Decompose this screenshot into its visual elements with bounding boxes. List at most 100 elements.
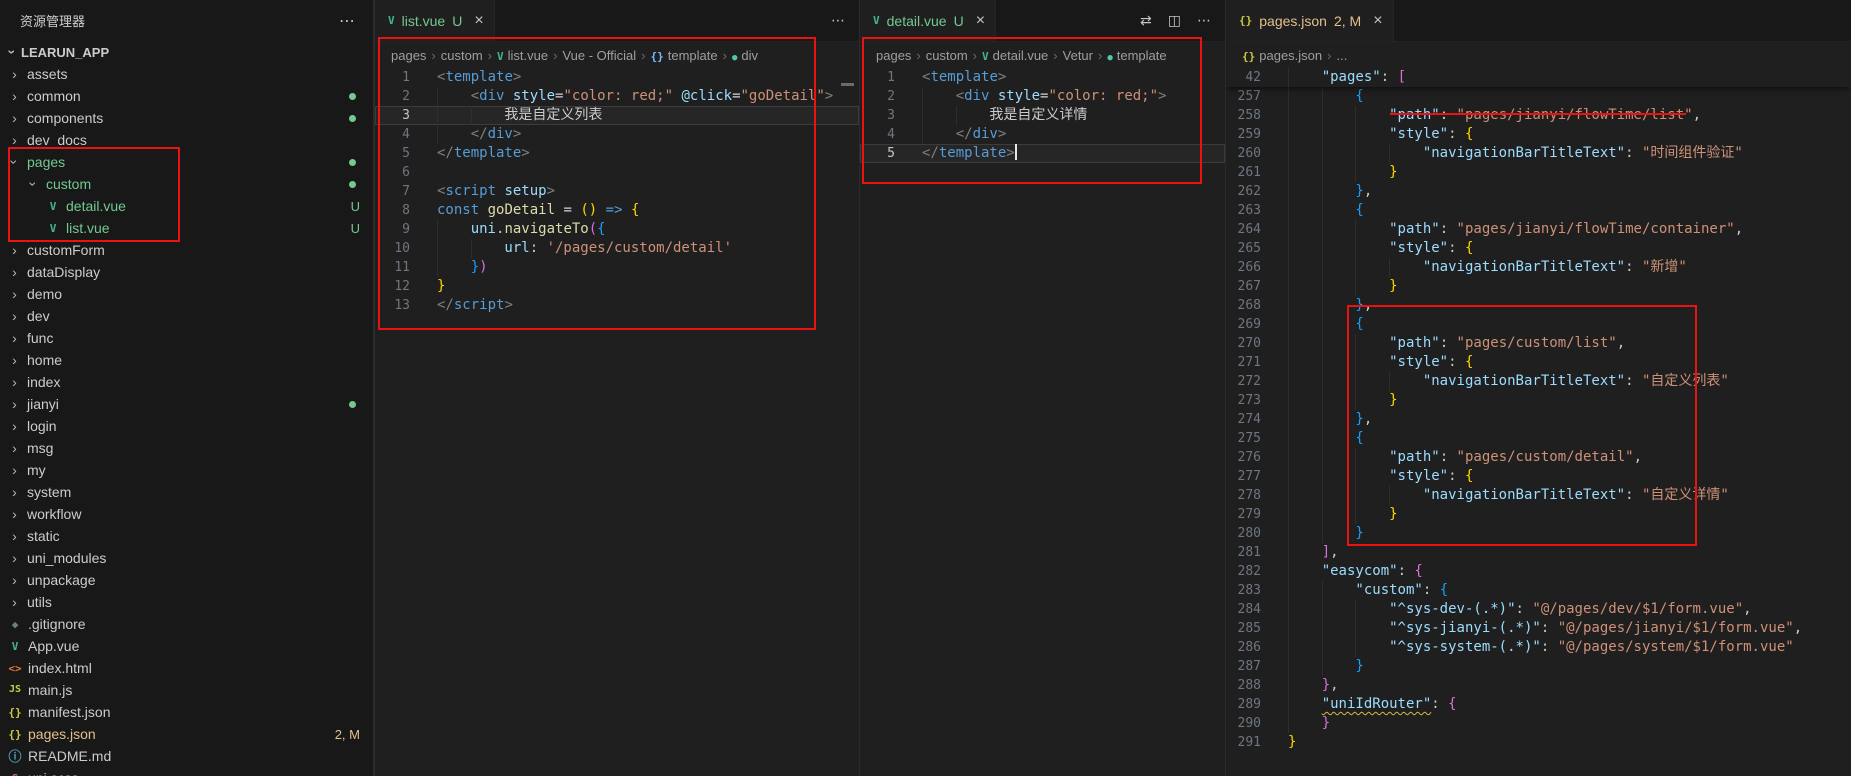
chevron-right-icon[interactable]: ›: [6, 67, 23, 81]
line-number[interactable]: 282: [1226, 562, 1276, 581]
chevron-right-icon[interactable]: ›: [6, 529, 23, 543]
code-line-284[interactable]: 284"^sys-dev-(.*)": "@/pages/dev/$1/form…: [1226, 600, 1851, 619]
code-line-275[interactable]: 275{: [1226, 429, 1851, 448]
chevron-right-icon[interactable]: ›: [6, 463, 23, 477]
line-number[interactable]: 272: [1226, 372, 1276, 391]
line-number[interactable]: 5: [860, 144, 910, 163]
line-number[interactable]: 271: [1226, 353, 1276, 372]
tree-item-home[interactable]: ›home: [0, 349, 373, 371]
code-line-288[interactable]: 288},: [1226, 676, 1851, 695]
line-number[interactable]: 2: [375, 87, 425, 106]
code-line-264[interactable]: 264"path": "pages/jianyi/flowTime/contai…: [1226, 220, 1851, 239]
line-number[interactable]: 261: [1226, 163, 1276, 182]
code-line-257[interactable]: 257{: [1226, 87, 1851, 106]
line-number[interactable]: 3: [375, 106, 425, 125]
tree-item-workflow[interactable]: ›workflow: [0, 503, 373, 525]
code-line-265[interactable]: 265"style": {: [1226, 239, 1851, 258]
code-line-4[interactable]: 4</div>: [860, 125, 1225, 144]
line-number[interactable]: 1: [860, 68, 910, 87]
code-line-42[interactable]: 42"pages": [: [1226, 68, 1851, 87]
breadcrumb-item-list-vue[interactable]: Vlist.vue: [497, 48, 548, 63]
line-number[interactable]: 267: [1226, 277, 1276, 296]
code-line-269[interactable]: 269{: [1226, 315, 1851, 334]
code-line-289[interactable]: 289"uniIdRouter": {: [1226, 695, 1851, 714]
line-number[interactable]: 273: [1226, 391, 1276, 410]
chevron-right-icon[interactable]: ›: [6, 287, 23, 301]
code-line-267[interactable]: 267}: [1226, 277, 1851, 296]
line-number[interactable]: 264: [1226, 220, 1276, 239]
line-number[interactable]: 284: [1226, 600, 1276, 619]
line-number[interactable]: 269: [1226, 315, 1276, 334]
chevron-right-icon[interactable]: ›: [6, 133, 23, 147]
line-number[interactable]: 258: [1226, 106, 1276, 125]
line-number[interactable]: 4: [375, 125, 425, 144]
code-line-4[interactable]: 4</div>: [375, 125, 859, 144]
tree-item-main-js[interactable]: JSmain.js: [0, 679, 373, 701]
line-number[interactable]: 290: [1226, 714, 1276, 733]
tree-item-func[interactable]: ›func: [0, 327, 373, 349]
tree-item-demo[interactable]: ›demo: [0, 283, 373, 305]
more-actions-icon[interactable]: ⋯: [831, 12, 845, 29]
code-line-2[interactable]: 2<div style="color: red;">: [860, 87, 1225, 106]
breadcrumb-item-pages-json[interactable]: {}pages.json: [1242, 48, 1322, 63]
line-number[interactable]: 4: [860, 125, 910, 144]
code-line-5[interactable]: 5</template>: [375, 144, 859, 163]
line-number[interactable]: 270: [1226, 334, 1276, 353]
breadcrumb-item-template[interactable]: ●template: [1107, 48, 1166, 63]
tree-item-assets[interactable]: ›assets: [0, 63, 373, 85]
line-number[interactable]: 1: [375, 68, 425, 87]
chevron-right-icon[interactable]: ›: [6, 507, 23, 521]
code-line-258[interactable]: 258"path": "pages/jianyi/flowTime/list",: [1226, 106, 1851, 125]
tree-item-login[interactable]: ›login: [0, 415, 373, 437]
tree-item-uni-modules[interactable]: ›uni_modules: [0, 547, 373, 569]
tree-item-detail-vue[interactable]: Vdetail.vueU: [0, 195, 373, 217]
close-icon[interactable]: ×: [976, 13, 985, 29]
code-line-277[interactable]: 277"style": {: [1226, 467, 1851, 486]
breadcrumb-item-custom[interactable]: custom: [926, 48, 968, 63]
line-number[interactable]: 8: [375, 201, 425, 220]
code-line-259[interactable]: 259"style": {: [1226, 125, 1851, 144]
tree-item-gitignore[interactable]: ◆.gitignore: [0, 613, 373, 635]
code-line-3[interactable]: 3我是自定义列表: [375, 106, 859, 125]
code-line-6[interactable]: 6: [375, 163, 859, 182]
chevron-right-icon[interactable]: ›: [6, 419, 23, 433]
more-actions-icon[interactable]: ⋯: [1197, 12, 1211, 29]
chevron-right-icon[interactable]: ›: [6, 353, 23, 367]
code-line-1[interactable]: 1<template>: [860, 68, 1225, 87]
line-number[interactable]: 283: [1226, 581, 1276, 600]
line-number[interactable]: 5: [375, 144, 425, 163]
code-line-3[interactable]: 3我是自定义详情: [860, 106, 1225, 125]
close-icon[interactable]: ×: [474, 13, 483, 29]
code-line-281[interactable]: 281],: [1226, 543, 1851, 562]
tab-list-vue[interactable]: V list.vue U ×: [375, 0, 495, 41]
tree-item-readme-md[interactable]: ⓘREADME.md: [0, 745, 373, 767]
breadcrumb-item-pages[interactable]: pages: [876, 48, 911, 63]
line-number[interactable]: 3: [860, 106, 910, 125]
code-line-291[interactable]: 291}: [1226, 733, 1851, 752]
line-number[interactable]: 2: [860, 87, 910, 106]
tree-item-unpackage[interactable]: ›unpackage: [0, 569, 373, 591]
line-number[interactable]: 289: [1226, 695, 1276, 714]
code-line-270[interactable]: 270"path": "pages/custom/list",: [1226, 334, 1851, 353]
tree-item-pages[interactable]: ›pages: [0, 151, 373, 173]
tree-item-components[interactable]: ›components: [0, 107, 373, 129]
chevron-right-icon[interactable]: ›: [6, 441, 23, 455]
breadcrumb-item-detail-vue[interactable]: Vdetail.vue: [982, 48, 1048, 63]
code-line-279[interactable]: 279}: [1226, 505, 1851, 524]
code-line-278[interactable]: 278"navigationBarTitleText": "自定义详情": [1226, 486, 1851, 505]
line-number[interactable]: 42: [1226, 68, 1276, 87]
code-line-2[interactable]: 2<div style="color: red;" @click="goDeta…: [375, 87, 859, 106]
line-number[interactable]: 287: [1226, 657, 1276, 676]
code-line-260[interactable]: 260"navigationBarTitleText": "时间组件验证": [1226, 144, 1851, 163]
tree-item-system[interactable]: ›system: [0, 481, 373, 503]
chevron-right-icon[interactable]: ›: [6, 485, 23, 499]
breadcrumb-item-div[interactable]: ●div: [732, 48, 758, 63]
tree-item-uni-scss[interactable]: Suni.scss: [0, 767, 373, 776]
tree-item-datadisplay[interactable]: ›dataDisplay: [0, 261, 373, 283]
chevron-down-icon[interactable]: ›: [27, 176, 41, 193]
line-number[interactable]: 259: [1226, 125, 1276, 144]
code-line-12[interactable]: 12}: [375, 277, 859, 296]
tree-item-pages-json[interactable]: {}pages.json2, M: [0, 723, 373, 745]
code-line-290[interactable]: 290}: [1226, 714, 1851, 733]
tab-pages-json[interactable]: {} pages.json 2, M ×: [1226, 0, 1394, 41]
